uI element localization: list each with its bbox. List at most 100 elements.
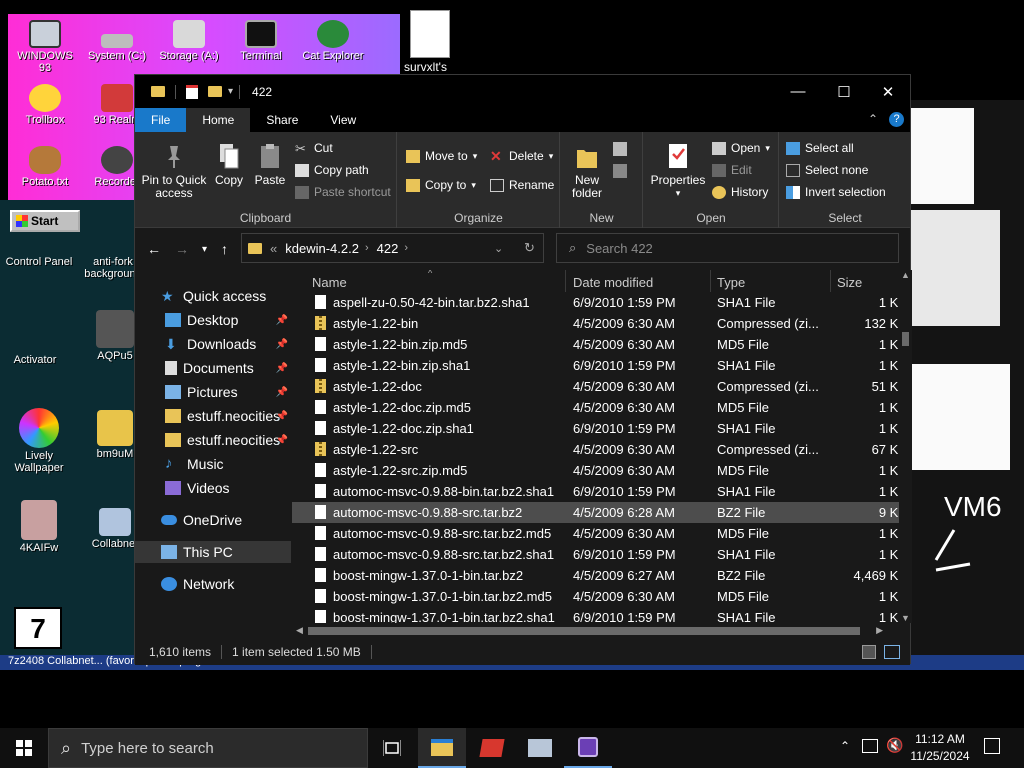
nav-documents[interactable]: Documents 📌	[135, 357, 291, 379]
nav-videos[interactable]: Videos	[135, 477, 291, 499]
maximize-button[interactable]: ☐	[821, 75, 867, 108]
breadcrumb-422[interactable]: 422	[377, 241, 399, 256]
column-type[interactable]: Type	[717, 275, 745, 290]
refresh-icon[interactable]: ↻	[524, 240, 535, 256]
file-row[interactable]: astyle-1.22-doc.zip.md5 4/5/2009 6:30 AM M…	[292, 397, 899, 418]
rename-button[interactable]: Rename	[490, 178, 554, 192]
nav-desktop[interactable]: Desktop 📌	[135, 309, 291, 331]
file-row[interactable]: automoc-msvc-0.9.88-bin.tar.bz2.sha1 6/9/…	[292, 481, 899, 502]
task-view-button[interactable]	[368, 728, 416, 768]
properties-button[interactable]: Properties ▾	[650, 142, 706, 200]
vm-start-button[interactable]: Start	[10, 210, 80, 232]
vm-icon-system[interactable]: System (C:)	[82, 20, 152, 62]
paste-button[interactable]: Paste	[251, 142, 289, 187]
vm-icon-trollbox[interactable]: Trollbox	[10, 84, 80, 126]
file-row[interactable]: automoc-msvc-0.9.88-src.tar.bz2.md5 4/5/2…	[292, 523, 899, 544]
vm-icon-windows93[interactable]: WINDOWS 93	[10, 20, 80, 74]
paste-shortcut-button[interactable]: Paste shortcut	[295, 185, 391, 199]
up-arrow-icon[interactable]: ↑	[221, 241, 228, 257]
chevron-right-icon[interactable]: ›	[365, 242, 369, 254]
address-dropdown-icon[interactable]: ⌄	[494, 242, 503, 255]
file-row[interactable]: astyle-1.22-bin 4/5/2009 6:30 AM Compresse…	[292, 313, 899, 334]
file-row[interactable]: astyle-1.22-bin.zip.md5 4/5/2009 6:30 AM M…	[292, 334, 899, 355]
nav-music[interactable]: ♪ Music	[135, 453, 291, 475]
nav-this-pc[interactable]: This PC	[135, 541, 291, 563]
scroll-left-icon[interactable]: ◀	[296, 625, 303, 636]
network-status-icon[interactable]	[862, 739, 878, 753]
easy-access-icon[interactable]	[613, 164, 627, 178]
scroll-down-icon[interactable]: ▼	[901, 613, 910, 623]
vm-icon-control-panel[interactable]: Control Panel	[4, 256, 74, 268]
tab-share[interactable]: Share	[250, 108, 314, 132]
copy-to-button[interactable]: Copy to ▾	[406, 178, 476, 192]
vm-icon-terminal[interactable]: Terminal	[226, 20, 296, 62]
new-folder-qa-icon[interactable]	[208, 86, 222, 97]
taskbar-app-vm[interactable]	[516, 728, 564, 768]
vm-icon-activator[interactable]: Activator	[0, 354, 70, 366]
title-bar[interactable]: ▾ 422 — ☐ ✕	[135, 75, 910, 108]
properties-qa-icon[interactable]	[186, 84, 198, 99]
vm-icon-4kaifw[interactable]: 4KAIFw	[4, 500, 74, 554]
forward-arrow-icon[interactable]: →	[175, 241, 189, 257]
qa-dropdown-icon[interactable]: ▾	[228, 86, 233, 97]
recent-locations-icon[interactable]: ▾	[202, 244, 207, 255]
cut-button[interactable]: ✂ Cut	[295, 141, 333, 155]
file-row[interactable]: astyle-1.22-doc.zip.sha1 6/9/2010 1:59 PM…	[292, 418, 899, 439]
column-size[interactable]: Size	[837, 275, 862, 290]
nav-onedrive[interactable]: OneDrive	[135, 509, 291, 531]
close-button[interactable]: ✕	[865, 75, 911, 108]
vm-icon-lively[interactable]: Lively Wallpaper	[4, 408, 74, 474]
vm-icon-potato[interactable]: Potato.txt	[10, 146, 80, 188]
pin-to-quick-access-button[interactable]: Pin to Quick access	[141, 142, 207, 200]
file-row[interactable]: boost-mingw-1.37.0-1-bin.tar.bz2.sha1 6/9…	[292, 607, 899, 623]
volume-muted-icon[interactable]: 🔇	[886, 737, 903, 754]
move-to-button[interactable]: Move to ▾	[406, 149, 477, 163]
scroll-right-icon[interactable]: ▶	[876, 625, 883, 636]
nav-estuff-1[interactable]: estuff.neocities 📌	[135, 405, 291, 427]
new-item-icon[interactable]	[613, 142, 627, 156]
chevron-right-icon[interactable]: ›	[404, 242, 408, 254]
address-bar[interactable]: « kdewin-4.2.2 › 422 › ⌄ ↻	[241, 233, 544, 263]
tab-home[interactable]: Home	[186, 108, 251, 132]
taskbar-file-explorer[interactable]	[418, 728, 466, 768]
history-button[interactable]: History	[712, 185, 768, 199]
nav-estuff-2[interactable]: estuff.neocities 📌	[135, 429, 291, 451]
file-row[interactable]: boost-mingw-1.37.0-1-bin.tar.bz2 4/5/2009…	[292, 565, 899, 586]
invert-selection-button[interactable]: Invert selection	[786, 185, 886, 199]
file-row[interactable]: boost-mingw-1.37.0-1-bin.tar.bz2.md5 4/5/…	[292, 586, 899, 607]
taskbar-search[interactable]: ⌕ Type here to search	[48, 728, 368, 768]
nav-quick-access[interactable]: ★ Quick access	[135, 285, 291, 307]
notifications-icon[interactable]	[984, 738, 1000, 754]
clock[interactable]: 11:12 AM 11/25/2024	[905, 731, 975, 765]
large-icons-view-icon[interactable]	[884, 645, 900, 659]
copy-path-button[interactable]: Copy path	[295, 163, 369, 177]
open-button[interactable]: Open ▾	[712, 141, 770, 155]
help-icon[interactable]: ?	[889, 112, 904, 127]
tab-file[interactable]: File	[135, 108, 187, 132]
minimize-button[interactable]: —	[775, 75, 821, 108]
file-row[interactable]: astyle-1.22-src.zip.md5 4/5/2009 6:30 AM M…	[292, 460, 899, 481]
file-row[interactable]: automoc-msvc-0.9.88-src.tar.bz2 4/5/2009 …	[292, 502, 899, 523]
vm-icon-storage[interactable]: Storage (A:)	[154, 20, 224, 62]
copy-button[interactable]: Copy	[211, 142, 247, 187]
edit-button[interactable]: Edit	[712, 163, 752, 177]
file-row[interactable]: astyle-1.22-src 4/5/2009 6:30 AM Compresse…	[292, 439, 899, 460]
scroll-up-icon[interactable]: ▲	[901, 270, 910, 280]
overflow-chevron[interactable]: «	[270, 241, 277, 256]
vm-icon-cat-explorer[interactable]: Cat Explorer	[298, 20, 368, 62]
taskbar-app-purple[interactable]	[564, 728, 612, 768]
nav-network[interactable]: Network	[135, 573, 291, 595]
horizontal-scrollbar[interactable]: ◀ ▶	[292, 624, 899, 639]
file-row[interactable]: astyle-1.22-doc 4/5/2009 6:30 AM Compresse…	[292, 376, 899, 397]
horizontal-scroll-thumb[interactable]	[308, 627, 860, 635]
nav-pictures[interactable]: Pictures 📌	[135, 381, 291, 403]
back-arrow-icon[interactable]: ←	[147, 241, 161, 257]
start-button[interactable]	[0, 728, 48, 768]
show-hidden-icons[interactable]: ⌃	[840, 739, 850, 753]
7zip-icon[interactable]: 7	[14, 607, 62, 649]
collapse-ribbon-icon[interactable]: ⌃	[868, 112, 878, 126]
document-file-icon[interactable]	[410, 10, 450, 58]
column-name[interactable]: Name	[312, 275, 347, 290]
file-row[interactable]: aspell-zu-0.50-42-bin.tar.bz2.sha1 6/9/20…	[292, 292, 899, 313]
select-none-button[interactable]: Select none	[786, 163, 868, 177]
